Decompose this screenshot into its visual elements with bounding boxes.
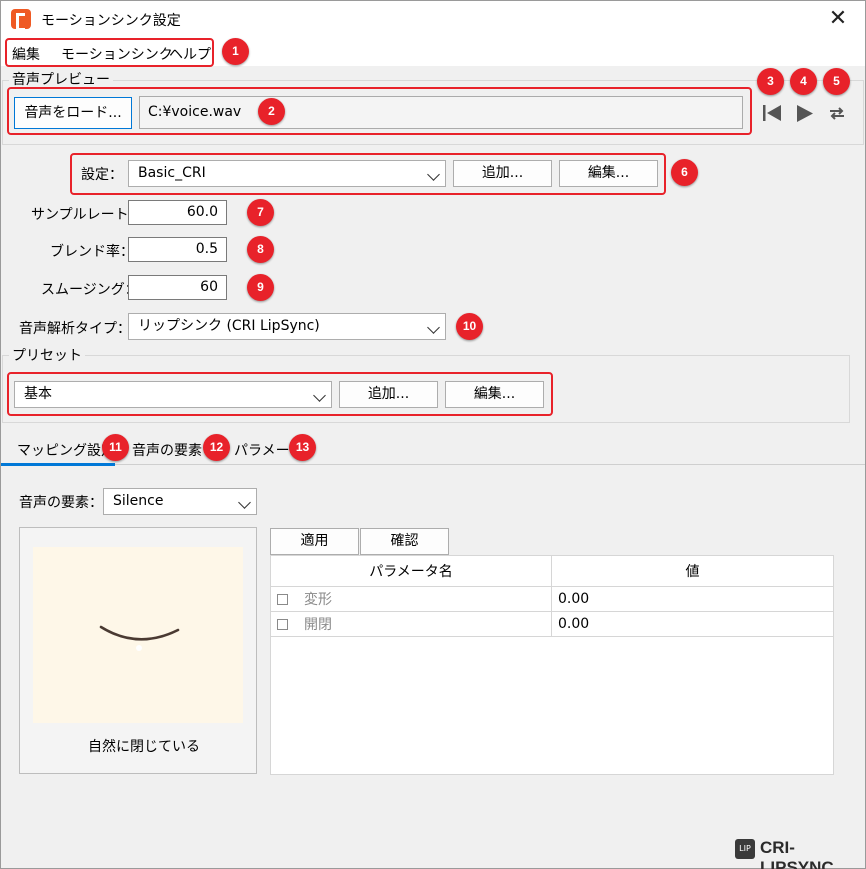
skip-to-start-icon[interactable] (763, 105, 781, 121)
annotation-badge-7: 7 (247, 199, 274, 226)
param-name: 変形 (304, 592, 332, 608)
annotation-badge-12: 12 (203, 434, 230, 461)
window-title: モーションシンク設定 (41, 13, 181, 29)
audio-element-selected: Silence (113, 493, 164, 509)
table-row[interactable]: 変形 0.00 (270, 586, 834, 612)
audio-preview-label: 音声プレビュー (9, 69, 113, 89)
param-value[interactable]: 0.00 (551, 586, 834, 612)
annotation-box-audio (7, 87, 752, 135)
blend-rate-input[interactable]: 0.5 (128, 237, 227, 262)
annotation-box-menu (5, 38, 214, 67)
annotation-badge-9: 9 (247, 274, 274, 301)
loop-icon[interactable] (830, 107, 844, 120)
sample-rate-input[interactable]: 60.0 (128, 200, 227, 225)
lipsync-logo-icon: LIP (735, 839, 755, 859)
smoothing-input[interactable]: 60 (128, 275, 227, 300)
param-name: 開閉 (304, 617, 332, 633)
closed-mouth-illustration (99, 625, 180, 651)
tab-divider (115, 464, 865, 465)
annotation-badge-11: 11 (102, 434, 129, 461)
checkbox[interactable] (277, 619, 288, 630)
blend-rate-label: ブレンド率： (50, 244, 134, 260)
smoothing-label: スムージング： (41, 282, 139, 298)
audio-element-select[interactable]: Silence (103, 488, 257, 515)
active-tab-indicator (1, 463, 115, 466)
analysis-type-selected: リップシンク (CRI LipSync) (138, 318, 320, 334)
close-icon[interactable]: ✕ (824, 4, 852, 34)
annotation-box-settings (70, 153, 666, 195)
param-value-header: 値 (551, 555, 834, 587)
annotation-badge-1: 1 (222, 38, 249, 65)
annotation-badge-6: 6 (671, 159, 698, 186)
sample-rate-label: サンプルレート： (31, 207, 143, 223)
table-row[interactable]: 開閉 0.00 (270, 611, 834, 637)
playback-controls (763, 105, 844, 122)
confirm-button[interactable]: 確認 (360, 528, 449, 555)
lipsync-logo: CRI-LIPSYNC (760, 838, 834, 869)
tab-audio-elements[interactable]: 音声の要素 (132, 440, 202, 460)
preset-label: プリセット (9, 345, 85, 365)
preview-caption: 自然に閉じている (88, 739, 200, 755)
app-logo-icon (11, 9, 31, 31)
chevron-down-icon (238, 496, 251, 509)
chevron-down-icon (427, 321, 440, 334)
audio-element-label: 音声の要素： (19, 495, 103, 511)
analysis-type-select[interactable]: リップシンク (CRI LipSync) (128, 313, 446, 340)
tab-mapping[interactable]: マッピング設定 (17, 440, 115, 460)
param-value[interactable]: 0.00 (551, 611, 834, 637)
annotation-badge-10: 10 (456, 313, 483, 340)
apply-button[interactable]: 適用 (270, 528, 359, 555)
play-icon[interactable] (797, 105, 813, 122)
param-table-header: パラメータ名 値 (270, 555, 834, 587)
param-name-header: パラメータ名 (270, 555, 552, 587)
annotation-badge-4: 4 (790, 68, 817, 95)
annotation-badge-13: 13 (289, 434, 316, 461)
mouth-preview-image (33, 547, 243, 723)
annotation-badge-8: 8 (247, 236, 274, 263)
param-table: パラメータ名 値 変形 0.00 開閉 0.00 (270, 555, 834, 637)
annotation-badge-5: 5 (823, 68, 850, 95)
annotation-badge-3: 3 (757, 68, 784, 95)
checkbox[interactable] (277, 594, 288, 605)
annotation-badge-2: 2 (258, 98, 285, 125)
annotation-box-preset (7, 372, 553, 416)
analysis-type-label: 音声解析タイプ： (19, 321, 131, 337)
